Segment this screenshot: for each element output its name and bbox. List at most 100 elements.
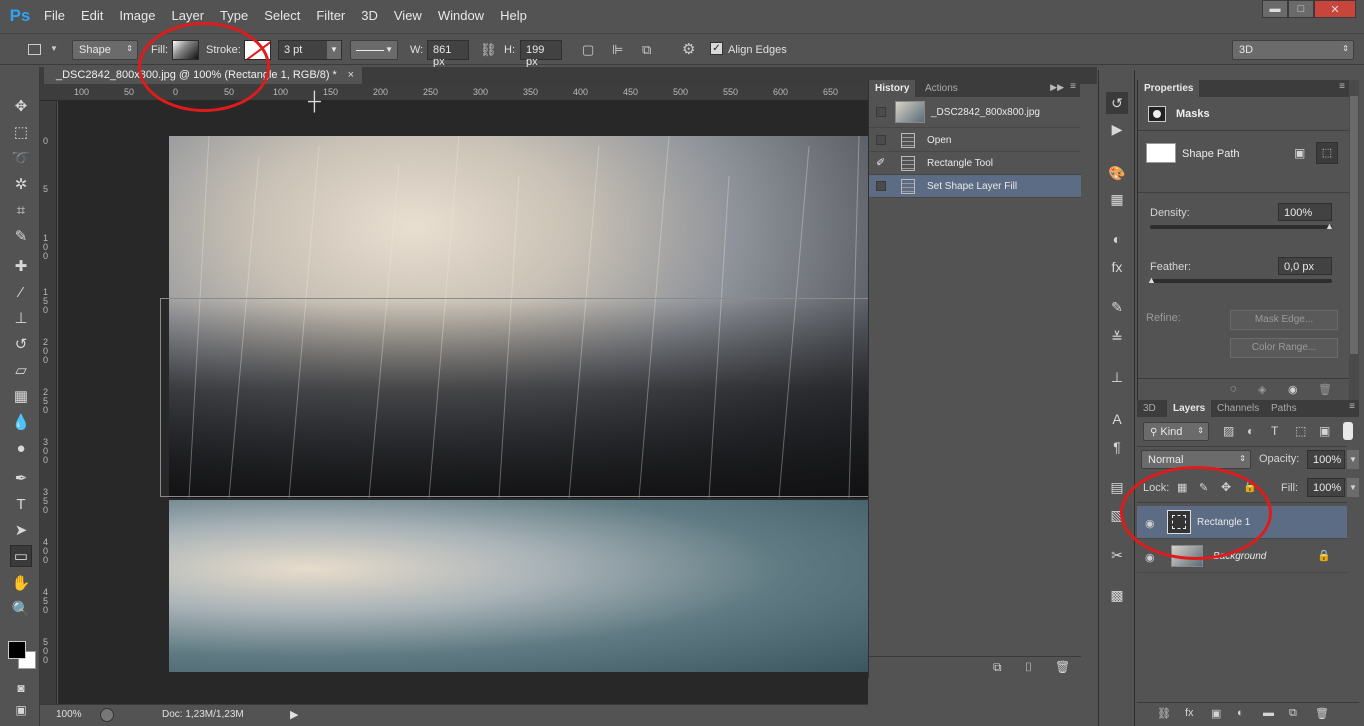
load-selection-icon[interactable]: ◌ <box>1230 383 1237 395</box>
add-vector-mask-icon[interactable]: ⬚ <box>1316 142 1338 164</box>
history-state[interactable]: Open <box>869 129 1081 152</box>
filter-adjustment-icon[interactable]: ◐ <box>1247 424 1254 438</box>
eraser-tool-icon[interactable]: ▱ <box>10 360 32 382</box>
crop-tool-icon[interactable]: ⌗ <box>10 200 32 222</box>
shape-mode-select[interactable]: Shape ⇕ <box>72 40 138 60</box>
actions-panel-icon[interactable]: ▶ <box>1106 118 1128 140</box>
maximize-button[interactable]: □ <box>1288 0 1314 18</box>
history-snapshot[interactable]: _DSC2842_800x800.jpg <box>869 98 1081 128</box>
tab-layers[interactable]: Layers <box>1167 400 1212 417</box>
character-panel-icon[interactable]: A <box>1106 408 1128 430</box>
apply-mask-icon[interactable]: ◈ <box>1258 383 1266 396</box>
styles-panel-icon[interactable]: fx <box>1106 256 1128 278</box>
state-checkbox[interactable] <box>876 135 886 145</box>
feather-slider[interactable] <box>1150 279 1332 283</box>
zoom-tool-icon[interactable]: 🔍 <box>10 599 32 621</box>
eye-icon[interactable]: ◉ <box>1288 383 1298 396</box>
hand-tool-icon[interactable]: ✋ <box>10 573 32 595</box>
brush-tool-icon[interactable]: ⁄ <box>10 282 32 304</box>
zoom-level[interactable]: 100% <box>56 709 82 720</box>
tab-channels[interactable]: Channels <box>1211 400 1265 417</box>
tab-3d[interactable]: 3D <box>1137 400 1162 417</box>
type-tool-icon[interactable]: T <box>10 494 32 516</box>
collapse-icon[interactable]: ▶▶ <box>1050 82 1064 93</box>
align-edges-checkbox[interactable]: ✓ <box>710 42 723 55</box>
close-button[interactable]: ✕ <box>1314 0 1356 18</box>
tab-actions[interactable]: Actions <box>919 80 964 97</box>
history-state[interactable]: ✐ Rectangle Tool <box>869 152 1081 175</box>
menu-select[interactable]: Select <box>256 0 308 32</box>
scrollbar-thumb[interactable] <box>1350 96 1358 354</box>
new-layer-icon[interactable]: ⧉ <box>1289 707 1297 720</box>
fill-input[interactable]: 100% <box>1307 478 1345 497</box>
history-panel-icon[interactable]: ↺ <box>1106 92 1128 114</box>
clone-stamp-tool-icon[interactable]: ⊥ <box>10 308 32 330</box>
history-state-selected[interactable]: Set Shape Layer Fill <box>869 175 1081 198</box>
grid-panel-icon[interactable]: ▦ <box>1106 188 1128 210</box>
height-input[interactable]: 199 px <box>520 40 562 68</box>
add-pixel-mask-icon[interactable]: ▣ <box>1294 146 1305 160</box>
filter-smart-object-icon[interactable]: ▣ <box>1319 424 1330 438</box>
layer-style-icon[interactable]: fx <box>1185 707 1194 719</box>
link-icon[interactable]: ⛓ <box>480 40 497 60</box>
adjustment-layer-icon[interactable]: ◐ <box>1237 707 1244 719</box>
quick-mask-icon[interactable]: ◙ <box>10 677 32 699</box>
panel-menu-icon[interactable]: ≡ <box>1070 81 1076 92</box>
opacity-input[interactable]: 100% <box>1307 450 1345 469</box>
rectangle-shape-bounds[interactable] <box>160 298 870 497</box>
pen-tool-icon[interactable]: ✒ <box>10 468 32 490</box>
canvas-area[interactable]: ┼ <box>58 91 870 704</box>
paragraph-panel-icon[interactable]: ¶ <box>1106 436 1128 458</box>
filter-shape-icon[interactable]: ⬚ <box>1295 424 1306 438</box>
tab-properties[interactable]: Properties <box>1138 80 1200 97</box>
chevron-down-icon[interactable]: ▼ <box>327 41 341 59</box>
blur-tool-icon[interactable]: 💧 <box>10 412 32 434</box>
healing-brush-tool-icon[interactable]: ✚ <box>10 256 32 278</box>
panel-menu-icon[interactable]: ≡ <box>1349 401 1355 412</box>
path-alignment-icon[interactable]: ⊫ <box>612 40 623 60</box>
link-layers-icon[interactable]: ⛓ <box>1157 707 1171 720</box>
properties-scrollbar[interactable] <box>1349 80 1359 400</box>
new-group-icon[interactable]: ▬ <box>1263 707 1274 719</box>
dodge-tool-icon[interactable]: ● <box>10 438 32 460</box>
share-icon[interactable] <box>100 708 114 722</box>
add-mask-icon[interactable]: ▣ <box>1211 707 1221 720</box>
move-tool-icon[interactable]: ✥ <box>10 96 32 118</box>
close-tab-icon[interactable]: × <box>348 67 354 84</box>
clone-source-panel-icon[interactable]: ⊥ <box>1106 366 1128 388</box>
camera-icon[interactable]: ⌷ <box>1025 660 1032 675</box>
marquee-tool-icon[interactable]: ⬚ <box>10 122 32 144</box>
trash-icon[interactable]: 🗑 <box>1055 660 1070 674</box>
feather-slider-thumb-icon[interactable]: ▲ <box>1147 275 1156 285</box>
menu-file[interactable]: File <box>36 0 73 32</box>
path-operations-icon[interactable]: ▢ <box>582 40 594 60</box>
menu-edit[interactable]: Edit <box>73 0 111 32</box>
trash-icon[interactable]: 🗑 <box>1315 707 1329 720</box>
snapshot-checkbox[interactable] <box>876 107 886 117</box>
rectangle-tool-icon[interactable]: ▭ <box>10 545 32 567</box>
filter-toggle[interactable] <box>1343 422 1353 440</box>
path-selection-tool-icon[interactable]: ➤ <box>10 520 32 542</box>
eye-icon[interactable]: ◉ <box>1145 551 1155 564</box>
status-menu-arrow-icon[interactable]: ▶ <box>290 708 298 721</box>
menu-help[interactable]: Help <box>492 0 535 32</box>
feather-input[interactable]: 0,0 px <box>1278 257 1332 275</box>
adjustments-panel-icon[interactable]: ◐ <box>1106 228 1128 250</box>
swatches-panel-icon[interactable]: 🎨 <box>1106 162 1128 184</box>
minimize-button[interactable]: ▬ <box>1262 0 1288 18</box>
menu-window[interactable]: Window <box>430 0 492 32</box>
workspace-select[interactable]: 3D ⇕ <box>1232 40 1354 60</box>
lasso-tool-icon[interactable]: ➰ <box>10 148 32 170</box>
stroke-type-select[interactable]: ▼ <box>350 40 398 60</box>
eyedropper-tool-icon[interactable]: ✎ <box>10 226 32 248</box>
brush-panel-icon[interactable]: ≚ <box>1106 326 1128 348</box>
3d-panel-icon[interactable]: ▩ <box>1106 584 1128 606</box>
foreground-color-swatch-front[interactable] <box>8 641 26 659</box>
menu-3d[interactable]: 3D <box>353 0 386 32</box>
path-arrangement-icon[interactable]: ⧉ <box>642 40 651 60</box>
history-brush-source-icon[interactable]: ✐ <box>876 152 885 175</box>
filter-pixel-icon[interactable]: ▨ <box>1223 424 1234 438</box>
new-document-from-state-icon[interactable]: ⧉ <box>993 660 1002 675</box>
tab-paths[interactable]: Paths <box>1265 400 1303 417</box>
menu-image[interactable]: Image <box>111 0 163 32</box>
